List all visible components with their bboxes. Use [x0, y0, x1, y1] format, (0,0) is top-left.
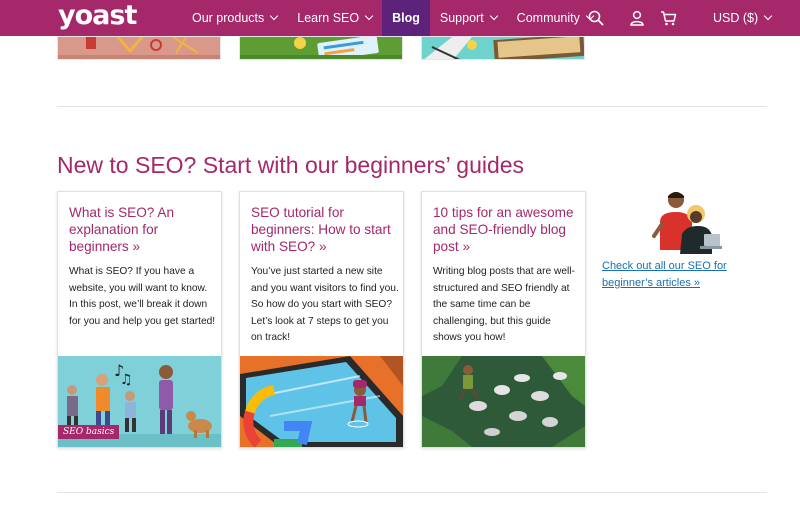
article-card-seo-tutorial[interactable]: SEO tutorial for beginners: How to start… [239, 191, 404, 448]
nav-blog[interactable]: Blog [382, 0, 430, 36]
svg-text:♫: ♫ [120, 372, 133, 388]
currency-selector[interactable]: USD ($) [713, 0, 773, 36]
category-tag[interactable]: SEO basics [58, 425, 120, 439]
yoast-logo[interactable]: yoast [58, 0, 137, 32]
user-icon[interactable] [630, 10, 644, 26]
beginners-illustration [646, 188, 722, 254]
section-title: New to SEO? Start with our beginners’ gu… [57, 152, 525, 178]
article-card-what-is-seo[interactable]: What is SEO? An explanation for beginner… [57, 191, 222, 448]
previous-article-image[interactable] [239, 36, 403, 60]
chevron-down-icon [489, 11, 498, 21]
search-icon[interactable] [588, 10, 604, 26]
card-excerpt: What is SEO? If you have a website, you … [69, 266, 216, 327]
currency-label: USD ($) [713, 11, 759, 25]
chevron-down-icon [763, 11, 773, 21]
nav-learn-seo[interactable]: Learn SEO [287, 0, 382, 36]
nav-label: Support [439, 11, 484, 25]
card-illustration: ♪ ♫ SEO basics [58, 356, 221, 447]
nav-label: Learn SEO [297, 11, 360, 25]
card-excerpt: Writing blog posts that are well-structu… [433, 266, 575, 343]
top-navigation-bar: yoast Our products Learn SEO Blog Suppor… [0, 0, 800, 36]
card-title-link[interactable]: What is SEO? An explanation for beginner… [69, 204, 215, 255]
article-card-blog-post-tips[interactable]: 10 tips for an awesome and SEO-friendly … [421, 191, 586, 448]
previous-article-image[interactable] [421, 36, 585, 60]
nav-label: Our products [192, 11, 265, 25]
previous-article-image[interactable] [57, 36, 221, 60]
nav-label: Blog [392, 11, 420, 25]
nav-icons [588, 0, 677, 36]
card-excerpt: You’ve just started a new site and you w… [251, 266, 399, 343]
chevron-down-icon [364, 11, 374, 21]
card-title-link[interactable]: SEO tutorial for beginners: How to start… [251, 204, 397, 255]
section-divider [57, 106, 767, 107]
chevron-down-icon [270, 11, 279, 21]
card-title-link[interactable]: 10 tips for an awesome and SEO-friendly … [433, 204, 579, 255]
main-nav: Our products Learn SEO Blog Support Comm… [182, 0, 603, 36]
cart-icon[interactable] [660, 10, 677, 26]
section-divider [57, 492, 767, 493]
nav-our-products[interactable]: Our products [182, 0, 287, 36]
nav-support[interactable]: Support [430, 0, 507, 36]
all-beginner-articles-link[interactable]: Check out all our SEO for beginner’s art… [602, 258, 742, 291]
nav-label: Community [516, 11, 580, 25]
card-illustration [422, 356, 585, 447]
card-illustration [240, 356, 403, 447]
